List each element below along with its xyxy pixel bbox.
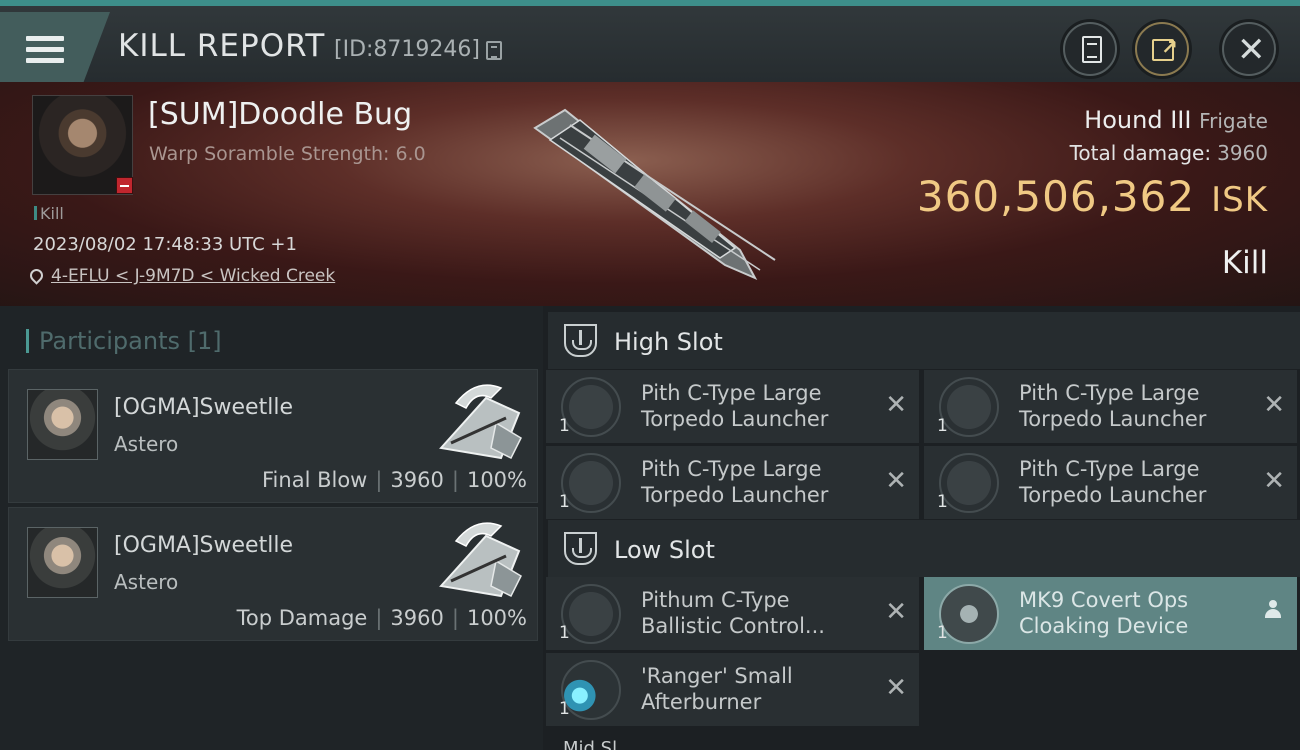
kill-location[interactable]: 4-EFLU < J-9M7D < Wicked Creek xyxy=(27,266,335,286)
copy-id-icon[interactable] xyxy=(486,41,502,60)
module-item[interactable]: 1 Pithum C-Type Ballistic Control... ✕ xyxy=(546,577,919,650)
participant-name: [OGMA]Sweetlle xyxy=(114,395,293,420)
total-damage-label: Total damage: xyxy=(1069,141,1212,165)
participant-damage: 3960 xyxy=(390,468,444,492)
participant-avatar[interactable] xyxy=(27,527,98,598)
destroyed-x-icon: ✕ xyxy=(885,390,907,420)
report-id: [ID:8719246] xyxy=(334,37,480,62)
participant-card[interactable]: [OGMA]Sweetlle Astero Final Blow | 3960 | 10… xyxy=(8,369,538,503)
torpedo-launcher-icon xyxy=(939,377,999,437)
next-slot-header-peek: Mid Sl xyxy=(563,738,618,750)
module-name: Pithum C-Type Ballistic Control... xyxy=(641,588,825,638)
participant-stats: Top Damage | 3960 | 100% xyxy=(236,606,527,630)
participant-avatar[interactable] xyxy=(27,389,98,460)
low-slot-header: Low Slot xyxy=(548,520,1300,577)
participant-percent: 100% xyxy=(466,606,527,630)
warp-scramble-strength: Warp Soramble Strength: 6.0 xyxy=(149,143,426,165)
header-bar: KILL REPORT [ID:8719246] ↗ ✕ xyxy=(0,0,1300,82)
module-name: MK9 Covert Ops Cloaking Device xyxy=(1019,588,1189,638)
person-icon xyxy=(1265,600,1281,620)
destroyed-x-icon: ✕ xyxy=(885,466,907,496)
module-name: Pith C-Type Large Torpedo Launcher xyxy=(641,381,829,431)
module-quantity: 1 xyxy=(937,623,948,643)
participant-role: Final Blow xyxy=(262,468,368,492)
document-icon xyxy=(1082,36,1102,63)
page-title: KILL REPORT xyxy=(118,28,326,64)
high-slot-header: High Slot xyxy=(548,312,1300,369)
participant-card[interactable]: [OGMA]Sweetlle Astero Top Damage | 3960 | 10… xyxy=(8,507,538,641)
module-quantity: 1 xyxy=(559,699,570,719)
destroyed-x-icon: ✕ xyxy=(885,673,907,703)
high-slot-icon xyxy=(564,324,597,357)
hamburger-menu-icon[interactable] xyxy=(26,36,64,66)
destroyed-x-icon: ✕ xyxy=(1263,466,1285,496)
location-pin-icon xyxy=(27,266,46,285)
result-label: Kill xyxy=(1221,245,1268,281)
ship-name: Hound III xyxy=(1084,106,1192,134)
participants-count: [1] xyxy=(187,327,222,355)
module-item[interactable]: 1 Pith C-Type Large Torpedo Launcher ✕ xyxy=(924,446,1297,519)
kill-datetime: 2023/08/02 17:48:33 UTC +1 xyxy=(33,234,297,255)
victim-ship-image xyxy=(533,108,776,281)
module-quantity: 1 xyxy=(559,623,570,643)
ship-type[interactable]: Hound III Frigate xyxy=(1084,106,1268,134)
location-link[interactable]: 4-EFLU < J-9M7D < Wicked Creek xyxy=(51,266,335,286)
isk-value: 360,506,362 ISK xyxy=(917,172,1268,221)
module-item[interactable]: 1 Pith C-Type Large Torpedo Launcher ✕ xyxy=(924,370,1297,443)
isk-unit: ISK xyxy=(1211,180,1268,220)
kill-type-tag: Kill xyxy=(34,204,64,223)
participant-damage: 3960 xyxy=(390,606,444,630)
module-item-dropped[interactable]: 1 MK9 Covert Ops Cloaking Device xyxy=(924,577,1297,650)
isk-amount: 360,506,362 xyxy=(916,172,1196,221)
module-item[interactable]: 1 'Ranger' Small Afterburner ✕ xyxy=(546,653,919,726)
participant-ship-image xyxy=(439,384,522,460)
participant-name: [OGMA]Sweetlle xyxy=(114,533,293,558)
torpedo-launcher-icon xyxy=(939,453,999,513)
module-quantity: 1 xyxy=(559,416,570,436)
participant-ship-image xyxy=(439,522,522,598)
participant-ship: Astero xyxy=(114,570,179,594)
module-quantity: 1 xyxy=(559,492,570,512)
torpedo-launcher-icon xyxy=(561,377,621,437)
total-damage: Total damage: 3960 xyxy=(1070,141,1268,165)
low-slot-title: Low Slot xyxy=(614,536,715,564)
participant-stats: Final Blow | 3960 | 100% xyxy=(262,468,527,492)
torpedo-launcher-icon xyxy=(561,453,621,513)
report-button[interactable] xyxy=(1063,22,1117,76)
kill-report-window: KILL REPORT [ID:8719246] ↗ ✕ [SUM]Doodle… xyxy=(0,0,1300,750)
module-item[interactable]: 1 Pith C-Type Large Torpedo Launcher ✕ xyxy=(546,446,919,519)
module-name: Pith C-Type Large Torpedo Launcher xyxy=(1019,381,1207,431)
menu-button[interactable] xyxy=(0,12,110,82)
share-button[interactable]: ↗ xyxy=(1135,22,1189,76)
module-quantity: 1 xyxy=(937,492,948,512)
destroyed-x-icon: ✕ xyxy=(1263,390,1285,420)
total-damage-value: 3960 xyxy=(1217,141,1268,165)
participant-percent: 100% xyxy=(466,468,527,492)
afterburner-icon xyxy=(561,660,621,720)
ship-class: Frigate xyxy=(1199,109,1268,133)
hostile-status-icon xyxy=(116,177,133,194)
participants-label: Participants xyxy=(39,327,180,355)
destroyed-x-icon: ✕ xyxy=(885,597,907,627)
cloaking-device-icon xyxy=(939,584,999,644)
participant-ship: Astero xyxy=(114,432,179,456)
high-slot-title: High Slot xyxy=(614,328,723,356)
close-button[interactable]: ✕ xyxy=(1222,22,1276,76)
module-item[interactable]: 1 Pith C-Type Large Torpedo Launcher ✕ xyxy=(546,370,919,443)
victim-name[interactable]: [SUM]Doodle Bug xyxy=(148,97,412,132)
ballistic-control-icon xyxy=(561,584,621,644)
participants-header[interactable]: Participants [1] xyxy=(26,327,222,355)
module-quantity: 1 xyxy=(937,416,948,436)
module-name: 'Ranger' Small Afterburner xyxy=(641,664,793,714)
low-slot-icon xyxy=(564,532,597,565)
module-name: Pith C-Type Large Torpedo Launcher xyxy=(1019,457,1207,507)
close-icon: ✕ xyxy=(1237,30,1266,70)
participant-role: Top Damage xyxy=(236,606,368,630)
module-name: Pith C-Type Large Torpedo Launcher xyxy=(641,457,829,507)
